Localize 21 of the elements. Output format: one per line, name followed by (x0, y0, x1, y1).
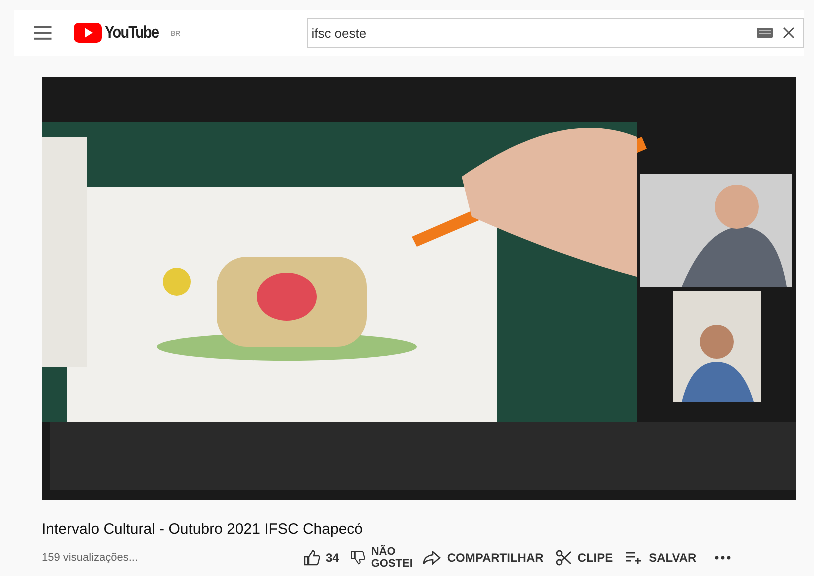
thumbs-down-icon (351, 551, 366, 566)
more-dots-icon (714, 556, 731, 560)
clip-button[interactable]: CLIPE (556, 550, 614, 566)
logo-text[interactable]: YouTube (104, 23, 158, 43)
save-button[interactable]: SALVAR (625, 551, 697, 566)
play-logo-icon (74, 23, 102, 43)
video-title: Intervalo Cultural - Outubro 2021 IFSC Chapecó (42, 521, 364, 538)
share-arrow-icon (423, 551, 442, 566)
scissors-icon (556, 550, 572, 566)
playlist-add-icon (625, 551, 644, 566)
keyboard-icon[interactable] (757, 28, 773, 38)
share-button[interactable]: COMPARTILHAR (423, 551, 544, 566)
like-button[interactable]: 34 (304, 550, 340, 566)
search-bar[interactable]: ifsc oeste (306, 18, 804, 48)
dislike-button[interactable]: NÃO GOSTEI (351, 546, 412, 570)
more-icon[interactable] (714, 556, 731, 560)
view-count: 159 visualizações... (42, 552, 139, 564)
close-icon[interactable] (783, 27, 795, 39)
menu-icon[interactable] (34, 26, 52, 40)
thumbs-up-icon (304, 550, 320, 566)
search-field[interactable]: ifsc oeste (312, 26, 747, 40)
